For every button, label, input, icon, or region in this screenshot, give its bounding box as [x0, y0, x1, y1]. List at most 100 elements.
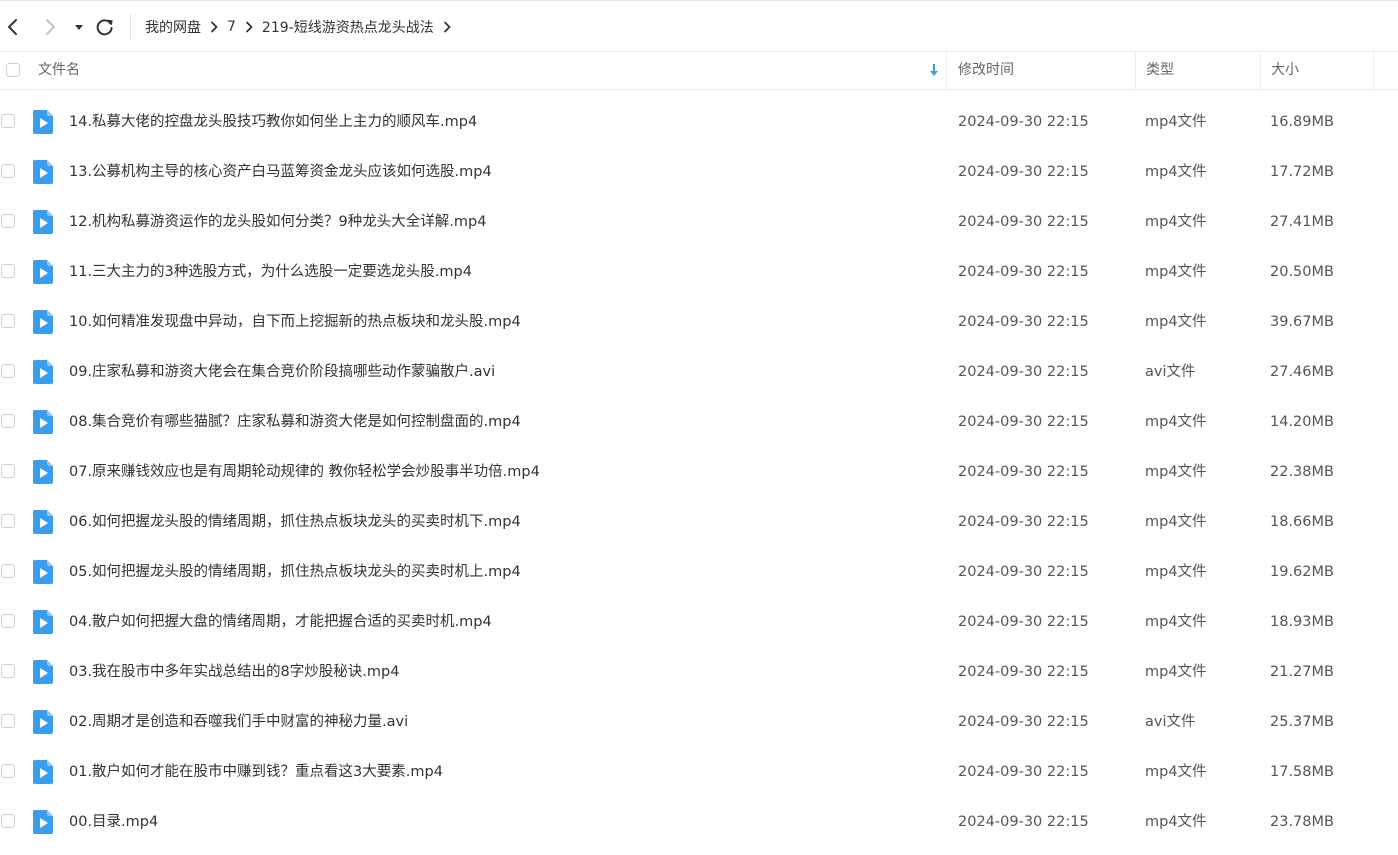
- row-checkbox[interactable]: [1, 364, 15, 378]
- row-checkbox[interactable]: [1, 314, 15, 328]
- video-file-icon: [33, 160, 53, 184]
- breadcrumb-item-root[interactable]: 我的网盘: [145, 17, 201, 37]
- file-type: avi文件: [1145, 714, 1196, 730]
- video-file-icon: [33, 410, 53, 434]
- row-checkbox[interactable]: [1, 514, 15, 528]
- back-button[interactable]: [1, 15, 25, 39]
- file-size: 23.78MB: [1270, 814, 1334, 830]
- sort-descending-icon[interactable]: [929, 63, 939, 77]
- file-list-header: 文件名 修改时间 类型 大小: [0, 52, 1398, 90]
- video-file-icon: [33, 660, 53, 684]
- file-row[interactable]: 13.公募机构主导的核心资产白马蓝筹资金龙头应该如何选股.mp4 2024-09-…: [0, 147, 1398, 197]
- file-type: mp4文件: [1145, 514, 1207, 530]
- file-type: mp4文件: [1145, 664, 1207, 680]
- row-checkbox[interactable]: [1, 464, 15, 478]
- breadcrumb-item-folder[interactable]: 7: [227, 19, 236, 35]
- row-checkbox[interactable]: [1, 414, 15, 428]
- file-row[interactable]: 03.我在股市中多年实战总结出的8字炒股秘诀.mp4 2024-09-30 22:…: [0, 647, 1398, 697]
- file-name[interactable]: 11.三大主力的3种选股方式，为什么选股一定要选龙头股.mp4: [69, 247, 472, 297]
- column-divider[interactable]: [1373, 52, 1374, 89]
- forward-button[interactable]: [38, 15, 62, 39]
- row-checkbox[interactable]: [1, 714, 15, 728]
- file-size: 21.27MB: [1270, 664, 1334, 680]
- row-checkbox[interactable]: [1, 114, 15, 128]
- file-name[interactable]: 13.公募机构主导的核心资产白马蓝筹资金龙头应该如何选股.mp4: [69, 147, 492, 197]
- file-row[interactable]: 02.周期才是创造和吞噬我们手中财富的神秘力量.avi 2024-09-30 22…: [0, 697, 1398, 747]
- column-header-name[interactable]: 文件名: [38, 52, 80, 89]
- column-divider[interactable]: [1135, 52, 1136, 89]
- column-header-modified[interactable]: 修改时间: [958, 52, 1014, 89]
- file-name[interactable]: 09.庄家私募和游资大佬会在集合竞价阶段搞哪些动作蒙骗散户.avi: [69, 347, 495, 397]
- video-file-icon: [33, 710, 53, 734]
- file-type: mp4文件: [1145, 264, 1207, 280]
- caret-down-icon: [75, 25, 83, 30]
- file-row[interactable]: 05.如何把握龙头股的情绪周期，抓住热点板块龙头的买卖时机上.mp4 2024-0…: [0, 547, 1398, 597]
- file-name[interactable]: 07.原来赚钱效应也是有周期轮动规律的 教你轻松学会炒股事半功倍.mp4: [69, 447, 540, 497]
- file-type: mp4文件: [1145, 414, 1207, 430]
- file-row[interactable]: 07.原来赚钱效应也是有周期轮动规律的 教你轻松学会炒股事半功倍.mp4 2024…: [0, 447, 1398, 497]
- file-name[interactable]: 14.私募大佬的控盘龙头股技巧教你如何坐上主力的顺风车.mp4: [69, 97, 477, 147]
- file-name[interactable]: 00.目录.mp4: [69, 797, 158, 847]
- video-file-icon: [33, 510, 53, 534]
- row-checkbox[interactable]: [1, 164, 15, 178]
- row-checkbox[interactable]: [1, 764, 15, 778]
- row-checkbox[interactable]: [1, 264, 15, 278]
- video-file-icon: [33, 310, 53, 334]
- breadcrumb-item-current[interactable]: 219-短线游资热点龙头战法: [262, 17, 434, 37]
- file-modified-time: 2024-09-30 22:15: [958, 314, 1089, 330]
- column-header-type[interactable]: 类型: [1146, 52, 1174, 89]
- chevron-left-icon: [8, 19, 17, 35]
- file-row[interactable]: 12.机构私募游资运作的龙头股如何分类？9种龙头大全详解.mp4 2024-09-…: [0, 197, 1398, 247]
- file-modified-time: 2024-09-30 22:15: [958, 664, 1089, 680]
- file-modified-time: 2024-09-30 22:15: [958, 164, 1089, 180]
- row-checkbox[interactable]: [1, 564, 15, 578]
- file-row[interactable]: 06.如何把握龙头股的情绪周期，抓住热点板块龙头的买卖时机下.mp4 2024-0…: [0, 497, 1398, 547]
- file-type: mp4文件: [1145, 764, 1207, 780]
- file-row[interactable]: 04.散户如何把握大盘的情绪周期，才能把握合适的买卖时机.mp4 2024-09-…: [0, 597, 1398, 647]
- file-type: mp4文件: [1145, 214, 1207, 230]
- refresh-button[interactable]: [93, 15, 117, 39]
- file-name[interactable]: 04.散户如何把握大盘的情绪周期，才能把握合适的买卖时机.mp4: [69, 597, 492, 647]
- row-checkbox[interactable]: [1, 814, 15, 828]
- video-file-icon: [33, 360, 53, 384]
- column-divider[interactable]: [1260, 52, 1261, 89]
- file-name[interactable]: 01.散户如何才能在股市中赚到钱？重点看这3大要素.mp4: [69, 747, 443, 797]
- video-file-icon: [33, 610, 53, 634]
- file-row[interactable]: 01.散户如何才能在股市中赚到钱？重点看这3大要素.mp4 2024-09-30 …: [0, 747, 1398, 797]
- file-row[interactable]: 14.私募大佬的控盘龙头股技巧教你如何坐上主力的顺风车.mp4 2024-09-3…: [0, 97, 1398, 147]
- file-row[interactable]: 08.集合竞价有哪些猫腻？庄家私募和游资大佬是如何控制盘面的.mp4 2024-0…: [0, 397, 1398, 447]
- file-modified-time: 2024-09-30 22:15: [958, 414, 1089, 430]
- chevron-right-icon: [201, 19, 227, 35]
- file-size: 16.89MB: [1270, 114, 1334, 130]
- refresh-icon: [96, 19, 113, 36]
- chevron-right-icon: [236, 19, 262, 35]
- file-type: mp4文件: [1145, 564, 1207, 580]
- breadcrumb-expand-button[interactable]: [434, 19, 460, 35]
- column-divider[interactable]: [946, 52, 947, 89]
- file-type: mp4文件: [1145, 464, 1207, 480]
- row-checkbox[interactable]: [1, 664, 15, 678]
- file-name[interactable]: 10.如何精准发现盘中异动，自下而上挖掘新的热点板块和龙头股.mp4: [69, 297, 521, 347]
- video-file-icon: [33, 810, 53, 834]
- file-size: 18.93MB: [1270, 614, 1334, 630]
- file-size: 19.62MB: [1270, 564, 1334, 580]
- file-row[interactable]: 10.如何精准发现盘中异动，自下而上挖掘新的热点板块和龙头股.mp4 2024-0…: [0, 297, 1398, 347]
- file-name[interactable]: 08.集合竞价有哪些猫腻？庄家私募和游资大佬是如何控制盘面的.mp4: [69, 397, 521, 447]
- file-name[interactable]: 06.如何把握龙头股的情绪周期，抓住热点板块龙头的买卖时机下.mp4: [69, 497, 521, 547]
- select-all-checkbox[interactable]: [6, 63, 20, 77]
- file-row[interactable]: 09.庄家私募和游资大佬会在集合竞价阶段搞哪些动作蒙骗散户.avi 2024-09…: [0, 347, 1398, 397]
- file-type: mp4文件: [1145, 814, 1207, 830]
- file-type: mp4文件: [1145, 114, 1207, 130]
- row-checkbox[interactable]: [1, 214, 15, 228]
- column-header-size[interactable]: 大小: [1271, 52, 1299, 89]
- file-row[interactable]: 00.目录.mp4 2024-09-30 22:15 mp4文件 23.78MB: [0, 797, 1398, 847]
- file-type: mp4文件: [1145, 314, 1207, 330]
- row-checkbox[interactable]: [1, 614, 15, 628]
- file-name[interactable]: 05.如何把握龙头股的情绪周期，抓住热点板块龙头的买卖时机上.mp4: [69, 547, 521, 597]
- file-name[interactable]: 02.周期才是创造和吞噬我们手中财富的神秘力量.avi: [69, 697, 408, 747]
- file-row[interactable]: 11.三大主力的3种选股方式，为什么选股一定要选龙头股.mp4 2024-09-3…: [0, 247, 1398, 297]
- history-dropdown-button[interactable]: [67, 15, 91, 39]
- file-modified-time: 2024-09-30 22:15: [958, 364, 1089, 380]
- file-name[interactable]: 12.机构私募游资运作的龙头股如何分类？9种龙头大全详解.mp4: [69, 197, 486, 247]
- file-name[interactable]: 03.我在股市中多年实战总结出的8字炒股秘诀.mp4: [69, 647, 399, 697]
